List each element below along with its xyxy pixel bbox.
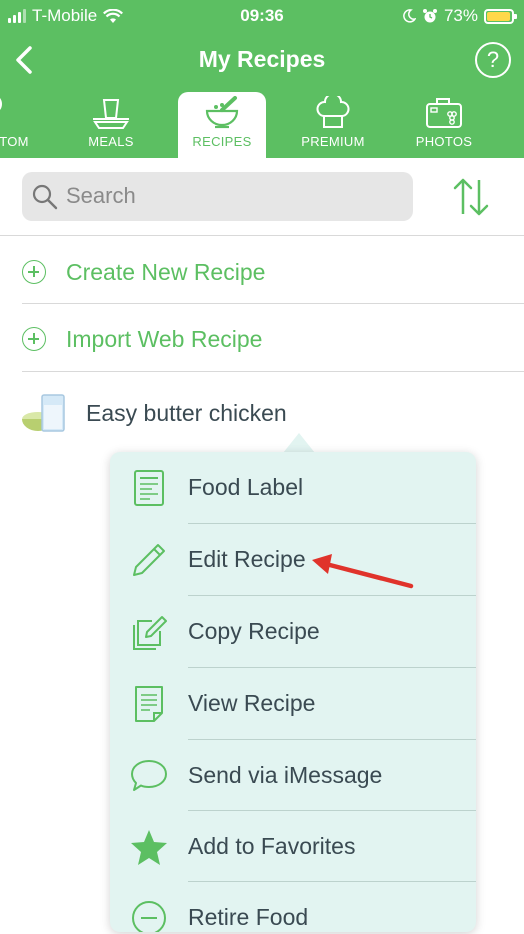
tab-label: RECIPES [192, 134, 252, 149]
alarm-icon [422, 9, 437, 23]
import-recipe-label: Import Web Recipe [66, 325, 263, 352]
menu-item-retire-food[interactable]: Retire Food [110, 882, 476, 932]
annotation-arrow-icon [312, 554, 414, 589]
meals-icon [93, 99, 129, 129]
tab-label: PHOTOS [415, 134, 473, 149]
import-recipe-button[interactable]: Import Web Recipe [22, 319, 262, 359]
help-button[interactable]: ? [475, 42, 511, 78]
tab-recipes[interactable]: RECIPES [178, 92, 266, 158]
menu-item-send-imessage[interactable]: Send via iMessage [110, 740, 476, 811]
copy-edit-icon [133, 616, 167, 650]
camera-grapes-icon [426, 98, 462, 128]
tab-photos[interactable]: PHOTOS [400, 92, 488, 158]
tab-tom[interactable]: TOM [0, 92, 40, 158]
menu-label: Edit Recipe [188, 546, 306, 572]
divider [0, 235, 524, 236]
menu-item-food-label[interactable]: Food Label [110, 452, 476, 523]
tab-meals[interactable]: MEALS [67, 92, 155, 158]
document-icon [135, 686, 163, 722]
create-recipe-button[interactable]: Create New Recipe [22, 252, 265, 292]
recipe-context-menu: Food Label Edit Recipe Copy Recipe View … [110, 452, 476, 932]
bowl-glass-icon [22, 394, 65, 432]
menu-label: Send via iMessage [188, 762, 383, 788]
pencil-icon [133, 544, 165, 576]
menu-label: Add to Favorites [188, 833, 356, 859]
recipe-name: Easy butter chicken [86, 399, 287, 426]
search-input[interactable] [66, 181, 396, 211]
food-label-icon [134, 470, 164, 506]
menu-item-view-recipe[interactable]: View Recipe [110, 668, 476, 739]
tab-label: TOM [0, 134, 29, 149]
divider [22, 371, 524, 372]
divider [22, 303, 524, 304]
search-icon [32, 184, 58, 210]
status-right: 73% [402, 6, 517, 26]
recipe-row[interactable]: Easy butter chicken [20, 388, 287, 438]
tab-premium[interactable]: PREMIUM [289, 92, 377, 158]
create-recipe-label: Create New Recipe [66, 258, 266, 285]
menu-label: View Recipe [188, 690, 316, 716]
menu-item-copy-recipe[interactable]: Copy Recipe [110, 596, 476, 667]
page-title: My Recipes [198, 46, 326, 72]
mortar-pestle-icon [205, 96, 239, 129]
battery-percent: 73% [443, 6, 478, 25]
star-icon [131, 830, 167, 865]
chef-hat-icon [316, 96, 350, 128]
menu-label: Retire Food [188, 904, 309, 930]
chat-bubble-icon [131, 760, 167, 791]
tab-label: MEALS [88, 134, 134, 149]
menu-item-add-favorites[interactable]: Add to Favorites [110, 811, 476, 882]
tab-label: PREMIUM [301, 134, 365, 149]
moon-icon [403, 9, 416, 23]
minus-circle-icon [132, 901, 166, 932]
status-bar: T-Mobile 09:36 73% [0, 0, 524, 32]
plus-circle-icon [22, 260, 46, 284]
spoon-icon [0, 98, 2, 110]
sort-button[interactable] [448, 174, 494, 220]
plus-circle-icon [22, 327, 46, 351]
menu-label: Food Label [188, 474, 304, 500]
battery-icon [484, 8, 517, 24]
search-box[interactable] [22, 172, 413, 221]
popup-arrow [283, 433, 315, 453]
menu-item-edit-recipe[interactable]: Edit Recipe [110, 524, 476, 595]
menu-label: Copy Recipe [188, 618, 320, 644]
